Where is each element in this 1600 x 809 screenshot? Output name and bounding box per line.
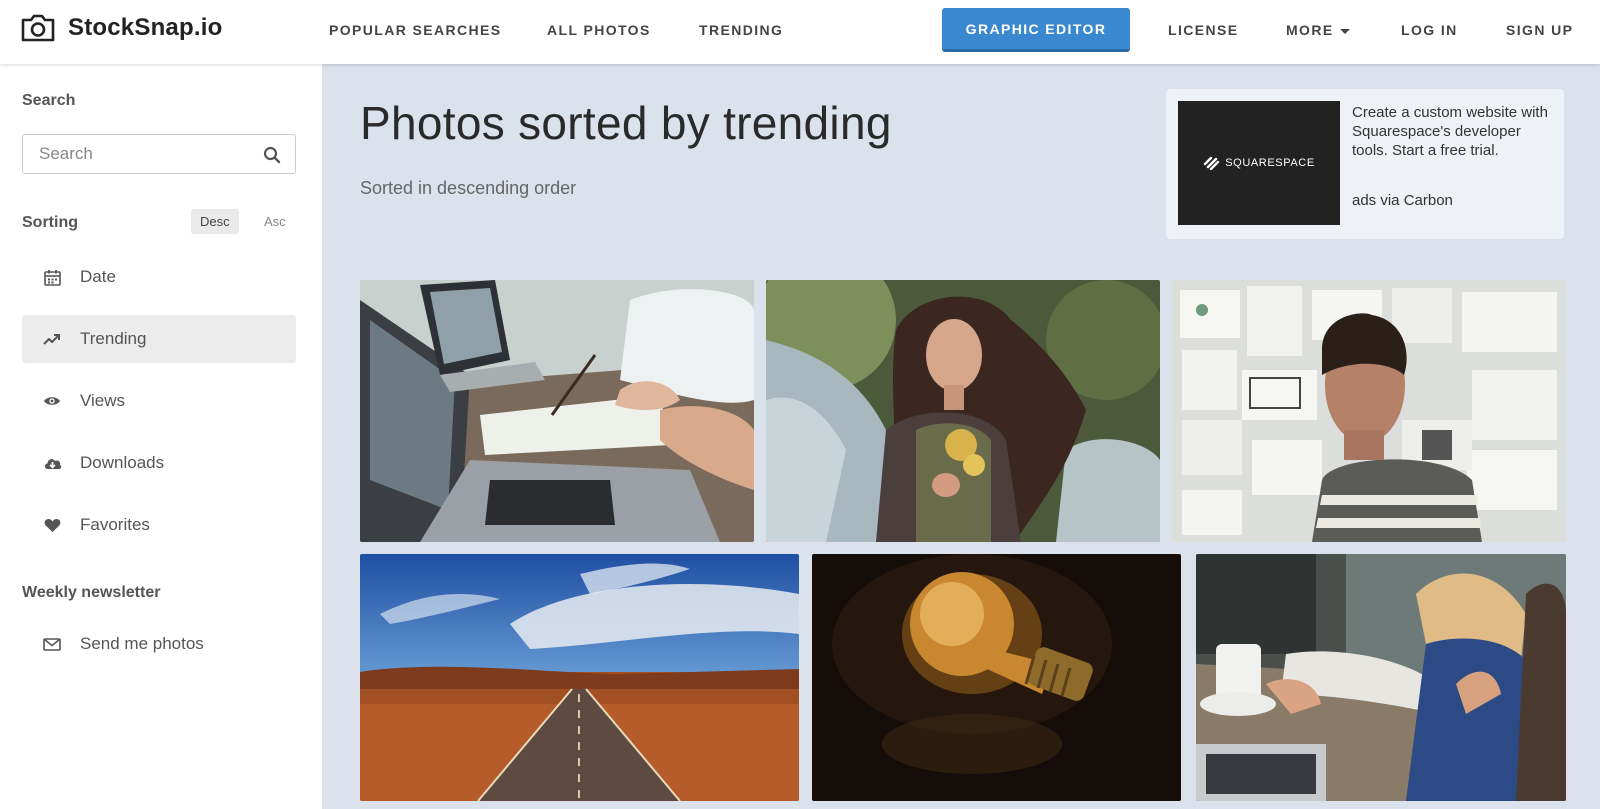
sidebar-item-date[interactable]: Date <box>22 253 296 301</box>
sidebar-item-label: Downloads <box>80 453 165 472</box>
sidebar-item-views[interactable]: Views <box>22 377 296 425</box>
cloud-download-icon <box>42 456 62 470</box>
page-subtitle: Sorted in descending order <box>360 178 577 198</box>
sort-desc-toggle[interactable]: Desc <box>191 209 239 234</box>
graphic-editor-label: GRAPHIC EDITOR <box>965 20 1107 37</box>
photo-laptops-meeting[interactable] <box>360 280 754 542</box>
trending-icon <box>42 333 62 345</box>
sidebar-item-label: Favorites <box>80 515 150 534</box>
calendar-icon <box>42 269 62 286</box>
sidebar-item-label: Trending <box>80 329 147 348</box>
photo-desert-road[interactable] <box>360 554 799 801</box>
search-box <box>22 134 296 174</box>
sidebar-item-label: Date <box>80 267 116 286</box>
top-navigation-bar: StockSnap.io POPULAR SEARCHES ALL PHOTOS… <box>0 0 1600 64</box>
search-input[interactable] <box>23 135 269 173</box>
ad-text[interactable]: Create a custom website with Squarespace… <box>1352 103 1552 160</box>
squarespace-brand: SQUARESPACE <box>1225 157 1315 169</box>
newsletter-heading: Weekly newsletter <box>22 584 161 601</box>
search-icon[interactable] <box>263 146 281 164</box>
heart-icon <box>42 518 62 533</box>
photo-man-wireframes[interactable] <box>1172 280 1566 542</box>
nav-popular-searches[interactable]: POPULAR SEARCHES <box>329 22 502 38</box>
sidebar-item-favorites[interactable]: Favorites <box>22 501 296 549</box>
camera-icon <box>21 14 55 42</box>
page-title: Photos sorted by trending <box>360 97 892 149</box>
logo[interactable]: StockSnap.io <box>20 13 222 43</box>
sidebar-item-send-photos[interactable]: Send me photos <box>22 620 296 668</box>
sidebar-item-label: Send me photos <box>80 634 204 653</box>
ad-via-link[interactable]: ads via Carbon <box>1352 192 1453 209</box>
nav-trending[interactable]: TRENDING <box>699 22 783 38</box>
sidebar: Search Sorting Desc Asc Date Trending Vi… <box>0 64 322 809</box>
carbon-ad[interactable]: SQUARESPACE Create a custom website with… <box>1166 89 1564 239</box>
nav-login[interactable]: LOG IN <box>1401 22 1458 38</box>
nav-more-label: MORE <box>1286 22 1334 38</box>
sidebar-item-trending[interactable]: Trending <box>22 315 296 363</box>
envelope-icon <box>42 637 62 651</box>
caret-down-icon <box>1339 28 1350 34</box>
squarespace-ad-image[interactable]: SQUARESPACE <box>1178 101 1340 225</box>
sorting-heading: Sorting <box>22 214 78 231</box>
nav-license[interactable]: LICENSE <box>1168 22 1238 38</box>
sidebar-item-downloads[interactable]: Downloads <box>22 439 296 487</box>
photo-woman-flower[interactable] <box>766 280 1160 542</box>
search-heading: Search <box>22 92 76 109</box>
sidebar-item-label: Views <box>80 391 126 410</box>
photo-light-bulb[interactable] <box>812 554 1181 801</box>
graphic-editor-button[interactable]: GRAPHIC EDITOR <box>942 8 1130 52</box>
nav-all-photos[interactable]: ALL PHOTOS <box>547 22 651 38</box>
eye-icon <box>42 395 62 407</box>
nav-signup[interactable]: SIGN UP <box>1506 22 1573 38</box>
nav-more[interactable]: MORE <box>1286 22 1350 38</box>
photo-coffee-workspace[interactable] <box>1196 554 1566 801</box>
logo-text: StockSnap.io <box>68 14 223 41</box>
squarespace-logo-icon <box>1204 156 1220 170</box>
sort-asc-toggle[interactable]: Asc <box>255 209 295 234</box>
